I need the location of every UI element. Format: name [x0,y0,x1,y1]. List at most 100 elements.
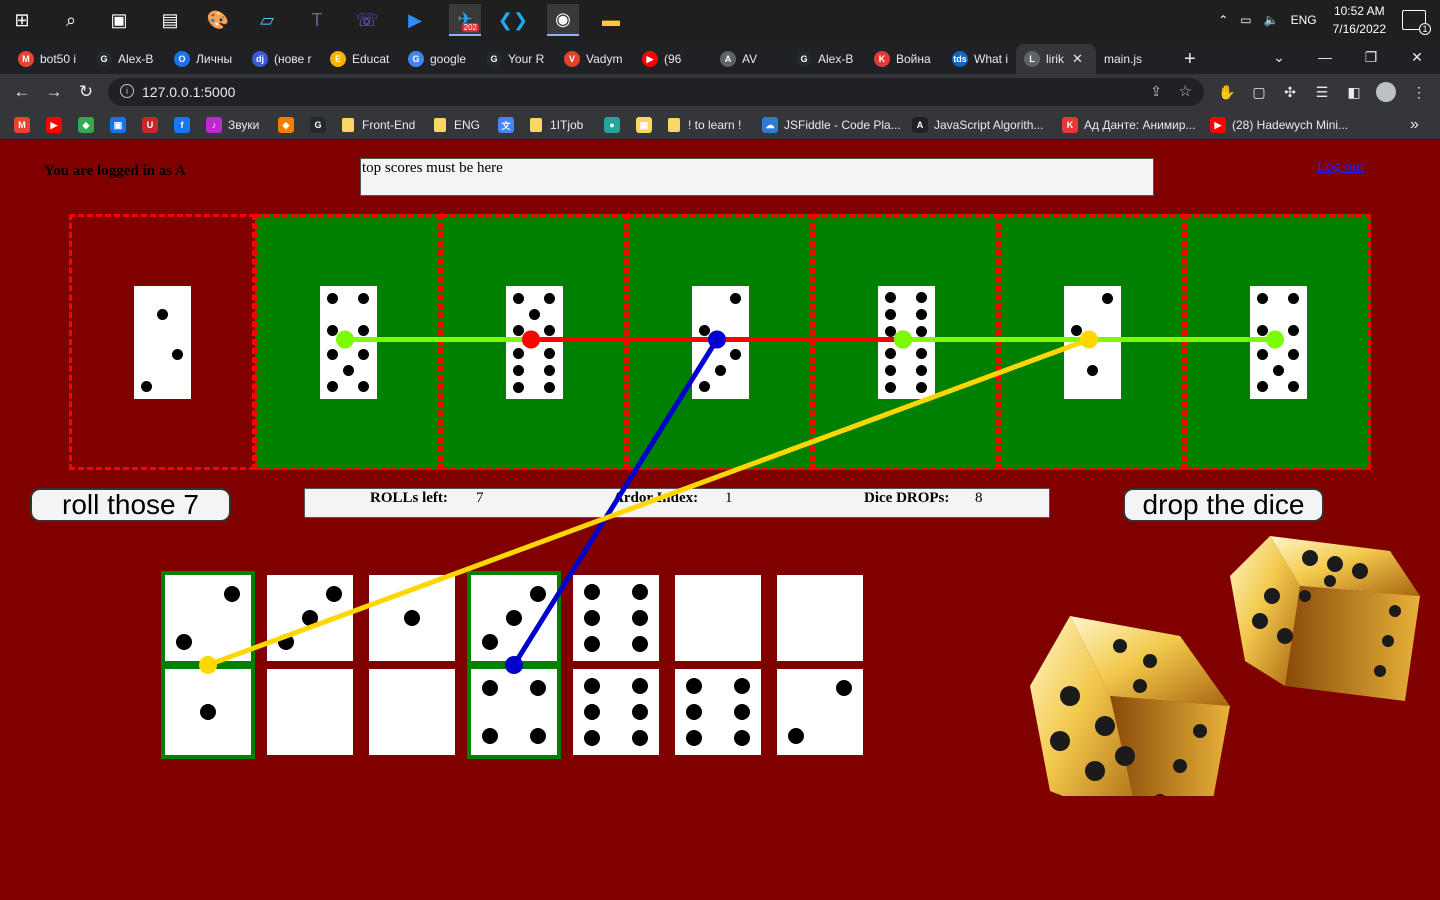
viber-icon[interactable]: ☏ [351,4,383,36]
board-cell-2[interactable] [441,214,627,470]
notification-icon[interactable]: 1 [1402,10,1431,35]
tab-6[interactable]: G Your R [478,44,556,74]
language-indicator[interactable]: ENG [1291,13,1317,27]
chrome-icon[interactable]: ◉ [547,4,579,36]
hand-tile-1-bottom[interactable] [267,669,353,755]
board-domino-0[interactable] [133,286,191,399]
tab-8[interactable]: ▶ (96 [634,44,712,74]
chrome-menu-icon[interactable]: ⋮ [1410,83,1428,101]
hand-tile-5-bottom[interactable] [675,669,761,755]
bookmark-18[interactable]: K Ад Данте: Анимир... [1062,115,1195,135]
vscode-icon[interactable]: ❮❯ [497,4,529,36]
tab-2[interactable]: O Личны [166,44,244,74]
windows-logo-icon[interactable]: ⊞ [6,4,38,36]
site-info-icon[interactable]: i [120,84,134,98]
bookmark-17[interactable]: A JavaScript Algorith... [912,115,1043,135]
tab-10[interactable]: G Alex-B [788,44,866,74]
media-playlist-icon[interactable]: ☰ [1313,83,1331,101]
bookmark-2[interactable]: ◆ [78,115,100,135]
bookmark-8[interactable]: G [310,115,332,135]
roll-button[interactable]: roll those 7 [30,488,231,522]
tab-3[interactable]: dj (нове r [244,44,322,74]
board-cell-3[interactable] [627,214,813,470]
bookmark-0[interactable]: M [14,115,36,135]
bookmark-13[interactable]: ● [604,115,626,135]
share-icon[interactable]: ⇪ [1150,83,1162,100]
bookmark-10[interactable]: ENG [434,115,480,135]
bookmark-9[interactable]: Front-End [342,115,415,135]
paint-icon[interactable]: 🎨 [202,4,234,36]
bookmark-3[interactable]: ▣ [110,115,132,135]
drop-dice-button[interactable]: drop the dice [1123,488,1324,522]
more-bookmarks-button[interactable]: » [1410,115,1419,135]
tab-search-icon[interactable]: ⌄ [1256,40,1302,74]
bookmark-7[interactable]: ◆ [278,115,300,135]
clock[interactable]: 10:52 AM 7/16/2022 [1333,2,1386,38]
board-cell-0[interactable] [69,214,255,470]
bookmark-1[interactable]: ▶ [46,115,68,135]
board-domino-4[interactable] [877,286,935,399]
close-tab-icon[interactable]: ✕ [1072,51,1083,67]
bookmark-star-icon[interactable]: ☆ [1179,82,1192,100]
extension-box-icon[interactable]: ▢ [1250,83,1268,101]
hand-tile-6-bottom[interactable] [777,669,863,755]
tab-11[interactable]: K Война [866,44,944,74]
tab-13[interactable]: Llirik ✕ [1016,44,1096,74]
forward-icon[interactable]: → [42,80,66,104]
hand-tile-5-top[interactable] [675,575,761,661]
extension-stop-icon[interactable]: ✋ [1218,83,1236,101]
extensions-puzzle-icon[interactable]: ✣ [1281,83,1299,101]
logout-link[interactable]: Log out [1317,159,1364,176]
calculator-icon[interactable]: ▤ [154,4,186,36]
chevron-up-icon[interactable]: ⌃ [1218,13,1228,27]
bookmark-5[interactable]: f [174,115,196,135]
tab-9[interactable]: A AV [712,44,788,74]
tab-4[interactable]: E Educat [322,44,400,74]
maximize-button[interactable]: ❐ [1348,40,1394,74]
bookmark-11[interactable]: 文 [498,115,520,135]
bookmark-19[interactable]: ▶ (28) Hadewych Mini... [1210,115,1348,135]
board-domino-3[interactable] [691,286,749,399]
board-domino-2[interactable] [505,286,563,399]
zoom-icon[interactable]: ▶ [399,4,431,36]
tab-5[interactable]: Ggoogle [400,44,478,74]
tab-0[interactable]: Mbot50 i [10,44,88,74]
search-icon[interactable]: ⌕ [55,4,87,36]
back-icon[interactable]: ← [10,80,34,104]
hand-tile-2-bottom[interactable] [369,669,455,755]
board-domino-1[interactable] [319,286,377,399]
board-cell-1[interactable] [255,214,441,470]
tab-1[interactable]: G Alex-B [88,44,166,74]
volume-icon[interactable]: 🔈 [1264,13,1279,27]
notepad-icon[interactable]: ▱ [251,4,283,36]
file-explorer-icon[interactable]: ▬ [595,4,627,36]
bookmark-16[interactable]: ☁ JSFiddle - Code Pla... [762,115,901,135]
board-cell-5[interactable] [999,214,1185,470]
new-tab-button[interactable]: + [1180,44,1204,74]
telegram-icon[interactable]: ✈ 202 [449,4,481,36]
hand-tile-1-top[interactable] [267,575,353,661]
hand-tile-2-top[interactable] [369,575,455,661]
profile-avatar[interactable] [1376,82,1396,102]
url-input[interactable]: i 127.0.0.1:5000 ⇪ ☆ [108,78,1204,106]
task-view-icon[interactable]: ▣ [103,4,135,36]
bookmark-14[interactable]: ▦ [636,115,658,135]
bookmark-4[interactable]: U [142,115,164,135]
tab-12[interactable]: tds What i [944,44,1016,74]
hand-tile-4-bottom[interactable] [573,669,659,755]
board-domino-6[interactable] [1249,286,1307,399]
network-icon[interactable]: ▭ [1240,13,1251,27]
side-panel-icon[interactable]: ◧ [1345,83,1363,101]
tab-14[interactable]: main.js [1096,44,1176,74]
hand-tile-6-top[interactable] [777,575,863,661]
hand-tile-4-top[interactable] [573,575,659,661]
tab-7[interactable]: V Vadym [556,44,634,74]
bookmark-15[interactable]: ! to learn ! [668,115,741,135]
minimize-button[interactable]: — [1302,40,1348,74]
reload-icon[interactable]: ↻ [74,80,98,104]
teams-icon[interactable]: T [301,4,333,36]
bookmark-12[interactable]: 1ITjob [530,115,583,135]
board-cell-4[interactable] [813,214,999,470]
close-window-button[interactable]: ✕ [1394,40,1440,74]
bookmark-6[interactable]: ♪ Звуки [206,115,259,135]
